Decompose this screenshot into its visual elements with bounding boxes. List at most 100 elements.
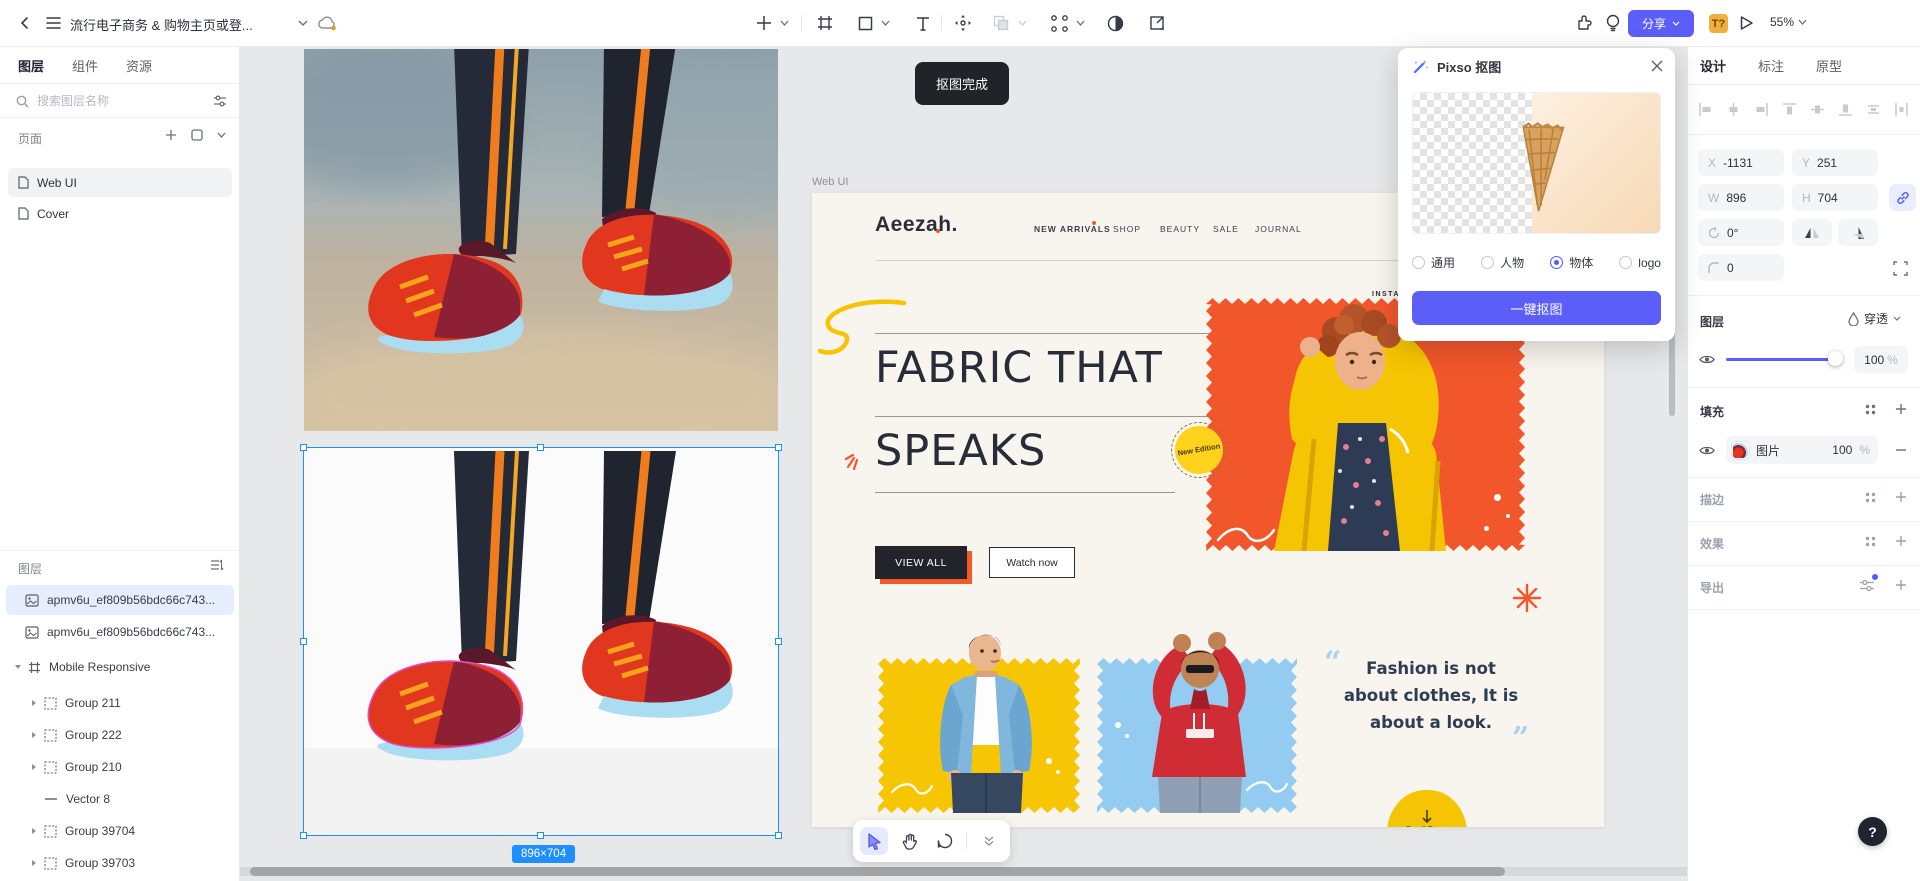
watch-now-button[interactable]: Watch now — [989, 547, 1075, 578]
back-icon[interactable] — [14, 12, 36, 34]
close-icon[interactable] — [1651, 60, 1663, 72]
one-click-cutout-button[interactable]: 一键抠图 — [1412, 291, 1661, 325]
opacity-slider-track[interactable] — [1726, 358, 1836, 361]
export-settings-icon[interactable] — [1858, 576, 1876, 594]
expand-arrow-icon[interactable] — [32, 700, 36, 706]
align-v-center-icon[interactable] — [1808, 100, 1826, 118]
layer-item-image-1[interactable]: apmv6u_ef809b56bdc66c743... — [6, 585, 234, 615]
add-page-icon[interactable] — [160, 124, 182, 146]
tab-resources[interactable]: 资源 — [126, 56, 152, 75]
sneaker-image-original[interactable] — [304, 49, 778, 431]
layer-item-mobile-responsive[interactable]: Mobile Responsive — [6, 652, 234, 682]
shape-dropdown-icon[interactable] — [879, 12, 891, 34]
tab-design[interactable]: 设计 — [1700, 56, 1726, 75]
help-button[interactable]: ? — [1858, 817, 1887, 846]
text-tool-icon[interactable] — [912, 12, 934, 34]
height-field[interactable]: H 704 — [1792, 184, 1878, 211]
title-dropdown-icon[interactable] — [292, 12, 314, 34]
width-field[interactable]: W 896 — [1698, 184, 1784, 211]
cutout-option-general[interactable]: 通用 — [1412, 254, 1455, 271]
layer-item-image-2[interactable]: apmv6u_ef809b56bdc66c743... — [6, 617, 234, 647]
tab-layers[interactable]: 图层 — [18, 56, 44, 75]
expand-arrow-icon[interactable] — [32, 828, 36, 834]
cutout-option-object[interactable]: 物体 — [1550, 254, 1593, 271]
present-play-icon[interactable] — [1735, 12, 1757, 34]
trial-badge[interactable]: T? — [1709, 14, 1728, 33]
main-menu-icon[interactable] — [42, 12, 64, 34]
cutout-option-logo[interactable]: logo — [1619, 254, 1661, 271]
filter-icon[interactable] — [213, 95, 227, 107]
expand-arrow-icon[interactable] — [32, 860, 36, 866]
zoom-control[interactable]: 55% — [1770, 15, 1807, 29]
add-fill-icon[interactable] — [1892, 400, 1910, 418]
frame-label[interactable]: Web UI — [812, 176, 848, 188]
x-position-field[interactable]: X -1131 — [1698, 149, 1784, 176]
collapse-toolbar-button[interactable] — [975, 827, 1003, 855]
opacity-slider-knob[interactable] — [1828, 351, 1843, 366]
layer-item-vector-8[interactable]: Vector 8 — [6, 784, 234, 814]
blend-mode-select[interactable]: 穿透 — [1848, 310, 1901, 327]
select-tool-button[interactable] — [860, 827, 888, 855]
insert-plus-icon[interactable] — [753, 12, 775, 34]
frame-tool-icon[interactable] — [814, 12, 836, 34]
nav-beauty[interactable]: BEAUTY — [1160, 224, 1200, 234]
component-dropdown-icon[interactable] — [1074, 12, 1086, 34]
y-position-field[interactable]: Y 251 — [1792, 149, 1878, 176]
tab-prototype[interactable]: 原型 — [1816, 56, 1842, 75]
layer-item-group-39704[interactable]: Group 39704 — [6, 816, 234, 846]
layer-visibility-eye-icon[interactable] — [1698, 350, 1716, 368]
page-item-web-ui[interactable]: Web UI — [8, 168, 232, 197]
opacity-field[interactable]: 100 % — [1854, 346, 1908, 373]
remove-fill-icon[interactable] — [1892, 441, 1910, 459]
tab-annotate[interactable]: 标注 — [1758, 56, 1784, 75]
cloud-sync-icon[interactable] — [316, 12, 338, 34]
independent-corners-icon[interactable] — [1891, 259, 1909, 277]
component-tool-icon[interactable] — [1048, 12, 1070, 34]
add-export-icon[interactable] — [1892, 576, 1910, 594]
layer-item-group-210[interactable]: Group 210 — [6, 752, 234, 782]
hand-tool-button[interactable] — [896, 827, 924, 855]
fill-visibility-eye-icon[interactable] — [1698, 441, 1716, 459]
horizontal-scrollbar-thumb[interactable] — [250, 867, 1505, 876]
collapse-arrow-icon[interactable] — [15, 665, 21, 669]
page-item-cover[interactable]: Cover — [8, 199, 232, 228]
tab-components[interactable]: 组件 — [72, 56, 98, 75]
nav-journal[interactable]: JOURNAL — [1255, 224, 1302, 234]
constrain-proportions-button[interactable] — [1889, 184, 1916, 211]
boolean-dropdown-icon[interactable] — [1016, 12, 1028, 34]
stroke-style-library-icon[interactable] — [1861, 488, 1879, 506]
effects-style-library-icon[interactable] — [1861, 532, 1879, 550]
fill-style-library-icon[interactable] — [1861, 400, 1879, 418]
distribute-v-icon[interactable] — [1892, 100, 1910, 118]
align-bottom-icon[interactable] — [1836, 100, 1854, 118]
scroll-down-badge[interactable]: Scroll Down — [1387, 790, 1467, 827]
slice-tool-icon[interactable] — [1146, 12, 1168, 34]
page-collection-icon[interactable] — [186, 124, 208, 146]
corner-radius-field[interactable]: 0 — [1698, 254, 1784, 281]
plugins-icon[interactable] — [1574, 12, 1596, 34]
expand-arrow-icon[interactable] — [32, 764, 36, 770]
distribute-h-icon[interactable] — [1864, 100, 1882, 118]
pages-collapse-icon[interactable] — [210, 124, 232, 146]
mask-tool-icon[interactable] — [1104, 12, 1126, 34]
nav-sale[interactable]: SALE — [1213, 224, 1239, 234]
boolean-tool-icon[interactable] — [990, 12, 1012, 34]
nav-new-arrivals[interactable]: NEW ARRIVALS — [1034, 224, 1111, 234]
align-top-icon[interactable] — [1780, 100, 1798, 118]
share-button[interactable]: 分享 — [1628, 10, 1694, 37]
cutout-option-person[interactable]: 人物 — [1481, 254, 1524, 271]
view-all-button[interactable]: VIEW ALL — [875, 546, 967, 579]
rotation-field[interactable]: 0° — [1698, 219, 1784, 246]
fill-entry[interactable]: 图片 100 % — [1726, 436, 1878, 464]
shape-tool-icon[interactable] — [854, 12, 876, 34]
layer-item-group-222[interactable]: Group 222 — [6, 720, 234, 750]
comment-tool-button[interactable] — [931, 827, 959, 855]
align-right-icon[interactable] — [1752, 100, 1770, 118]
flip-horizontal-button[interactable] — [1792, 219, 1832, 246]
expand-arrow-icon[interactable] — [32, 732, 36, 738]
inspiration-bulb-icon[interactable] — [1602, 12, 1624, 34]
align-left-icon[interactable] — [1696, 100, 1714, 118]
flip-vertical-button[interactable] — [1838, 219, 1878, 246]
sneaker-image-cutout[interactable] — [304, 448, 778, 835]
layer-item-group-211[interactable]: Group 211 — [6, 688, 234, 718]
